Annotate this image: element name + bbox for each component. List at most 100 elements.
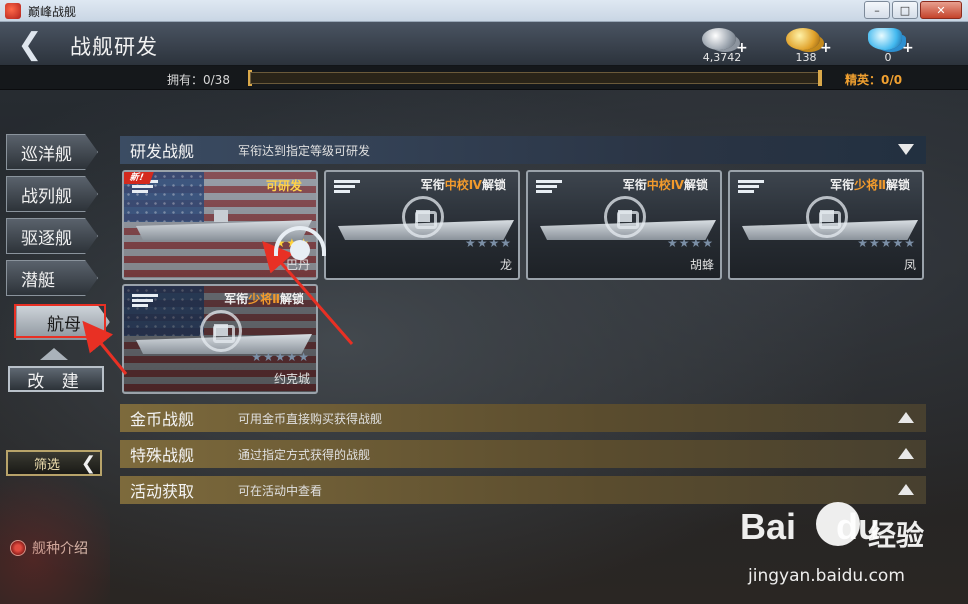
app-icon	[5, 3, 21, 19]
section-research-header[interactable]: 研发战舰 军衔达到指定等级可研发	[120, 136, 926, 164]
tab-destroyer[interactable]: 驱逐舰	[6, 218, 98, 254]
unlock-suffix: 解锁	[279, 292, 304, 306]
lock-icon	[200, 310, 242, 352]
baidu-paw-icon	[816, 502, 860, 546]
close-button[interactable]: ✕	[920, 1, 962, 19]
filter-label: 筛选	[34, 457, 61, 473]
unlock-prefix: 军衔	[420, 178, 445, 192]
unlock-requirement: 军衔少将Ⅱ解锁	[224, 290, 304, 307]
ownership-progress	[250, 72, 820, 84]
expand-icon[interactable]	[898, 412, 914, 423]
diamond-currency[interactable]: + 0	[862, 26, 922, 66]
silver-coin-icon	[702, 28, 736, 50]
section-desc: 军衔达到指定等级可研发	[238, 143, 371, 158]
expand-icon[interactable]	[898, 484, 914, 495]
watermark-logo-text: Bai	[740, 506, 797, 547]
gold-value: 138	[795, 51, 817, 64]
section-desc: 可用金币直接购买获得战舰	[238, 411, 383, 426]
unlock-prefix: 军衔	[830, 178, 855, 192]
expand-icon[interactable]	[898, 448, 914, 459]
info-dot-icon	[10, 540, 26, 556]
unlock-rank: 中校Ⅳ	[444, 178, 482, 192]
tab-submarine[interactable]: 潜艇	[6, 260, 98, 296]
highlight-box	[14, 304, 106, 338]
ship-card-hornet[interactable]: 军衔中校Ⅳ解锁 ★★★★ 胡蜂	[526, 170, 722, 280]
section-desc: 可在活动中查看	[238, 483, 323, 498]
lock-icon	[604, 196, 646, 238]
tab-battleship[interactable]: 战列舰	[6, 176, 98, 212]
unlock-rank: 中校Ⅳ	[646, 178, 684, 192]
diamond-icon	[868, 28, 902, 50]
maximize-button[interactable]: □	[892, 1, 918, 19]
carrier-type-icon	[536, 180, 562, 194]
ship-stars: ★★★★	[464, 236, 512, 250]
diamond-value: 0	[884, 51, 892, 64]
section-gold-header[interactable]: 金币战舰 可用金币直接购买获得战舰	[120, 404, 926, 432]
section-title: 金币战舰	[130, 410, 195, 429]
chevron-left-icon: ❮	[17, 26, 43, 62]
minimize-button[interactable]: –	[864, 1, 890, 19]
ship-island	[214, 210, 228, 222]
unlock-prefix: 军衔	[224, 292, 249, 306]
watermark-url: jingyan.baidu.com	[748, 566, 905, 586]
section-title: 活动获取	[130, 482, 195, 501]
unlock-suffix: 解锁	[683, 178, 708, 192]
scroll-up-icon[interactable]	[40, 348, 68, 360]
page-header: ❮ 战舰研发 + 4,3742 + 138 + 0	[0, 22, 968, 66]
lock-icon	[402, 196, 444, 238]
new-badge: 新!	[124, 172, 155, 184]
tab-label: 巡洋舰	[21, 144, 72, 165]
unlock-suffix: 解锁	[481, 178, 506, 192]
ship-card-ryujo[interactable]: 军衔中校Ⅳ解锁 ★★★★ 龙	[324, 170, 520, 280]
lock-icon	[806, 196, 848, 238]
tab-label: 驱逐舰	[21, 228, 72, 249]
silver-value: 4,3742	[702, 51, 742, 64]
unlock-rank: 少将Ⅱ	[248, 292, 280, 306]
ship-stars: ★★★★	[666, 236, 714, 250]
window-titlebar: 巅峰战舰 – □ ✕	[0, 0, 968, 22]
unlock-requirement: 军衔中校Ⅳ解锁	[421, 176, 506, 193]
section-title: 特殊战舰	[130, 446, 195, 465]
ship-card-yorktown[interactable]: 军衔少将Ⅱ解锁 ★★★★★ 约克城	[122, 284, 318, 394]
baidu-watermark: Baidu 经验 jingyan.baidu.com	[740, 496, 960, 596]
unlock-suffix: 解锁	[885, 178, 910, 192]
section-special-header[interactable]: 特殊战舰 通过指定方式获得的战舰	[120, 440, 926, 468]
silver-currency[interactable]: + 4,3742	[696, 26, 756, 66]
tab-cruiser[interactable]: 巡洋舰	[6, 134, 98, 170]
ship-stars: ★★★★★	[251, 350, 310, 364]
chevron-left-icon: ❮	[80, 453, 96, 474]
ownership-bar: 拥有：0/38 精英：0/0	[0, 66, 968, 90]
ship-card-badan[interactable]: 新! 可研发 ★★★ 巴丹	[122, 170, 318, 280]
unlock-requirement: 军衔中校Ⅳ解锁	[623, 176, 708, 193]
progress-cap-right	[818, 70, 822, 86]
section-desc: 通过指定方式获得的战舰	[238, 447, 371, 462]
ship-name: 约克城	[273, 372, 310, 386]
refit-button[interactable]: 改 建	[8, 366, 104, 392]
research-status: 可研发	[265, 179, 302, 193]
ship-name: 凤	[903, 258, 916, 272]
ship-card-hosho[interactable]: 军衔少将Ⅱ解锁 ★★★★★ 凤	[728, 170, 924, 280]
window-controls: – □ ✕	[864, 1, 962, 19]
back-button[interactable]: ❮	[10, 26, 50, 62]
ship-name: 胡蜂	[689, 258, 714, 272]
ship-type-intro-link[interactable]: 舰种介绍	[10, 538, 88, 558]
watermark-cn: 经验	[868, 519, 925, 552]
tab-label: 战列舰	[21, 186, 72, 207]
filter-button[interactable]: 筛选 ❮	[6, 450, 102, 476]
ship-stars: ★★★★★	[857, 236, 916, 250]
collapse-icon[interactable]	[898, 144, 914, 155]
ship-name: 龙	[499, 258, 512, 272]
elite-count: 精英：0/0	[845, 73, 903, 87]
unlock-requirement: 军衔少将Ⅱ解锁	[830, 176, 910, 193]
unlock-rank: 少将Ⅱ	[854, 178, 886, 192]
carrier-type-icon	[738, 180, 764, 194]
carrier-type-icon	[132, 294, 158, 308]
carrier-type-icon	[334, 180, 360, 194]
gold-coin-icon	[786, 28, 820, 50]
gold-currency[interactable]: + 138	[780, 26, 840, 66]
section-title: 研发战舰	[130, 142, 195, 161]
game-area: ❮ 战舰研发 + 4,3742 + 138 + 0 拥有：0/38 精英：0/0…	[0, 22, 968, 604]
tab-label: 潜艇	[21, 270, 55, 291]
owned-count: 拥有：0/38	[167, 73, 230, 87]
ship-type-intro-label: 舰种介绍	[32, 541, 88, 557]
